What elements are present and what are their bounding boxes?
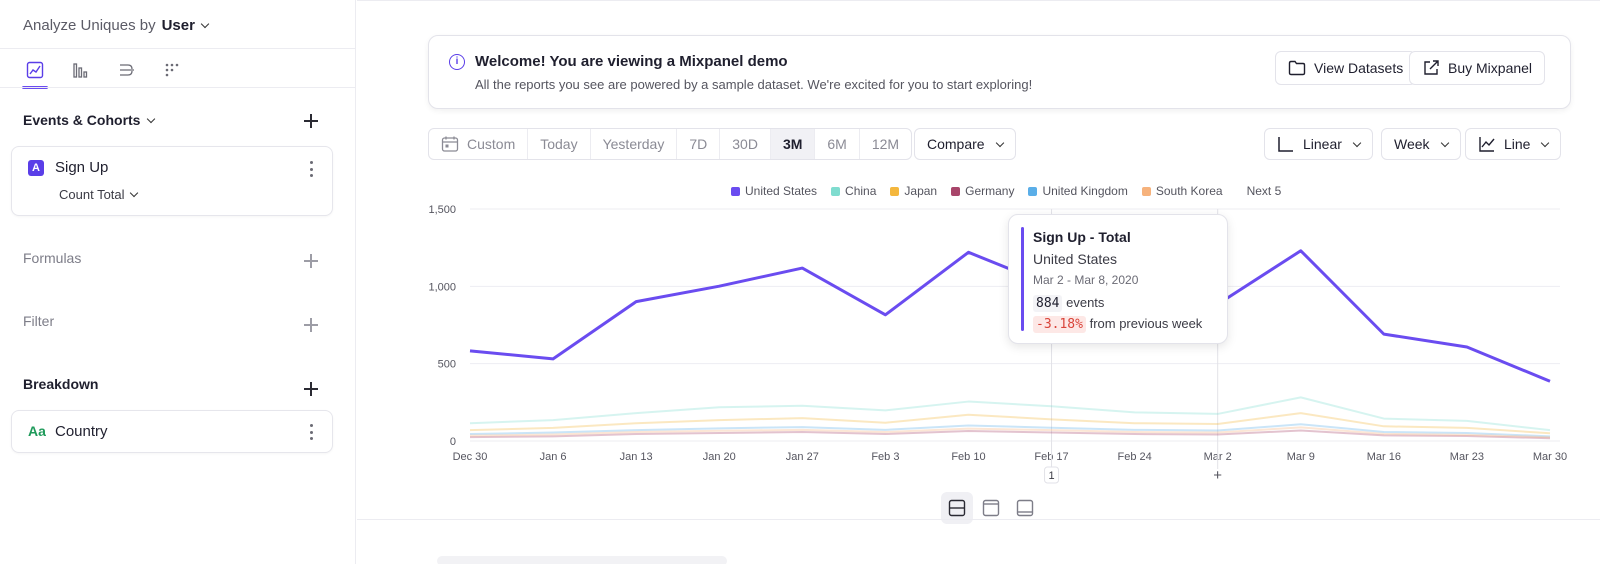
divider	[0, 87, 356, 88]
x-tick-label: Jan 13	[620, 451, 653, 463]
event-more-menu-icon[interactable]	[310, 161, 314, 177]
tooltip-events-value: 884	[1033, 295, 1063, 312]
tab-flows[interactable]	[110, 54, 144, 86]
analyze-by-value: User	[161, 17, 195, 34]
analyze-by-dropdown[interactable]: User	[161, 17, 210, 34]
layout-chart-icon	[982, 499, 1000, 517]
chevron-down-icon	[200, 19, 210, 29]
tooltip-change-label: from previous week	[1089, 316, 1203, 331]
x-tick-label: Jan 6	[540, 451, 567, 463]
breakdown-property-name: Country	[55, 423, 108, 440]
x-tick-label: Mar 16	[1367, 451, 1401, 463]
table-header-placeholder	[437, 556, 727, 564]
y-tick-label: 1,000	[428, 281, 456, 293]
dots-grid-icon	[165, 63, 179, 77]
events-cohorts-title: Events & Cohorts	[23, 112, 141, 128]
report-type-tabs	[18, 54, 190, 89]
event-letter-badge: A	[28, 160, 44, 176]
filter-title: Filter	[23, 313, 55, 329]
tooltip-title: Sign Up - Total	[1033, 229, 1131, 245]
breakdown-title: Breakdown	[23, 376, 99, 392]
add-filter-button[interactable]	[304, 318, 318, 332]
chevron-down-icon	[147, 114, 156, 123]
formulas-title: Formulas	[23, 250, 82, 266]
tooltip-series-bar	[1021, 227, 1024, 331]
y-tick-label: 0	[450, 436, 456, 448]
x-tick-label: Mar 23	[1450, 451, 1484, 463]
line-chart[interactable]: 0 500 1,000 1,500 Dec 30 Jan 6 Jan 13 Jan 20 Jan…	[357, 0, 1600, 500]
breakdown-more-menu-icon[interactable]	[310, 424, 314, 440]
add-event-button[interactable]	[304, 114, 318, 128]
y-tick-label: 1,500	[428, 204, 456, 216]
flows-icon	[120, 64, 134, 76]
text-property-icon: Aa	[28, 423, 46, 439]
x-tick-label: Feb 3	[871, 451, 899, 463]
tooltip-change: -3.18% from previous week	[1033, 316, 1203, 333]
analyze-label: Analyze Uniques by	[23, 17, 156, 34]
tooltip-date: Mar 2 - Mar 8, 2020	[1033, 273, 1139, 287]
measure-dropdown[interactable]: Count Total	[59, 187, 138, 202]
divider	[0, 48, 356, 49]
divider	[357, 519, 1600, 520]
line-chart-icon	[26, 61, 44, 79]
query-sidebar: Analyze Uniques by User Events & Cohorts…	[0, 0, 356, 564]
tooltip-events: 884 events	[1033, 295, 1105, 312]
tooltip-events-label: events	[1066, 295, 1105, 310]
x-tick-label: Jan 27	[786, 451, 819, 463]
x-tick-label: Feb 24	[1117, 451, 1151, 463]
x-tick-label: Feb 10	[951, 451, 985, 463]
analyze-uniques-row: Analyze Uniques by User	[23, 17, 210, 34]
report-main: i Welcome! You are viewing a Mixpanel de…	[357, 0, 1600, 564]
x-tick-label: Mar 30	[1533, 451, 1567, 463]
add-annotation-icon[interactable]: +	[1213, 467, 1222, 484]
tab-retention[interactable]	[156, 54, 190, 86]
layout-split-icon	[948, 499, 966, 517]
tooltip-series: United States	[1033, 251, 1118, 267]
add-breakdown-button[interactable]	[304, 382, 318, 396]
y-tick-label: 500	[438, 359, 456, 371]
x-tick-label: Dec 30	[453, 451, 488, 463]
x-tick-label: Mar 9	[1287, 451, 1315, 463]
events-cohorts-header[interactable]: Events & Cohorts	[23, 112, 156, 128]
tab-insights[interactable]	[18, 54, 52, 89]
series-line-china	[469, 396, 1551, 432]
tab-funnels[interactable]	[64, 54, 98, 86]
annotation-count: 1	[1048, 470, 1054, 482]
tooltip-change-value: -3.18%	[1033, 316, 1086, 333]
layout-table-icon	[1016, 499, 1034, 517]
add-formula-button[interactable]	[304, 254, 318, 268]
event-name: Sign Up	[55, 159, 109, 176]
chart-tooltip: Sign Up - Total United States Mar 2 - Ma…	[1008, 214, 1228, 344]
chevron-down-icon	[129, 188, 138, 198]
bar-columns-icon	[73, 63, 88, 78]
measure-value: Count Total	[59, 187, 125, 202]
x-tick-label: Jan 20	[703, 451, 736, 463]
breakdown-card[interactable]: Aa Country	[11, 410, 333, 453]
event-card[interactable]: A Sign Up Count Total	[11, 146, 333, 216]
